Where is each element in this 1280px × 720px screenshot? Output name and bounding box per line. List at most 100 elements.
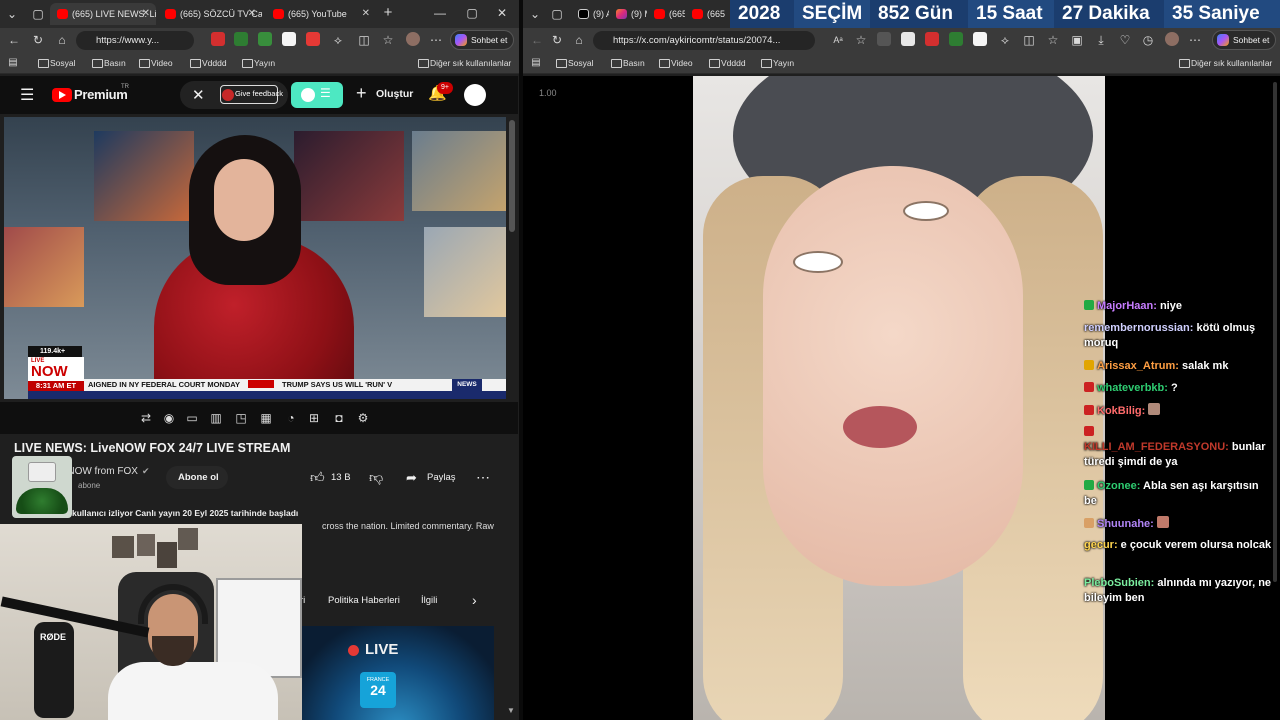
topic-chip[interactable]: İlgili xyxy=(421,595,437,606)
bookmark-folder[interactable]: Sosyal xyxy=(36,56,76,70)
extension-icon[interactable] xyxy=(258,32,272,46)
read-aloud-icon[interactable]: Aᵃ xyxy=(830,32,846,48)
account-avatar[interactable] xyxy=(464,84,486,106)
maximize-icon[interactable]: ▢ xyxy=(464,5,480,21)
like-count[interactable]: 13 B xyxy=(331,472,351,483)
tab-sozcu-tv[interactable]: (665) SÖZCÜ TV Ca ✕ xyxy=(158,3,262,25)
create-button[interactable]: Oluştur xyxy=(376,88,413,100)
search-pill[interactable]: ✕ Give feedback xyxy=(180,81,288,109)
extensions-icon[interactable]: ⟡ xyxy=(997,32,1013,48)
bookmark-folder[interactable]: Video xyxy=(137,56,173,70)
x-video-stage[interactable]: 1.00 xyxy=(523,76,1280,720)
share-arrow-icon[interactable]: ➦ xyxy=(406,470,417,486)
extension-icon[interactable] xyxy=(901,32,915,46)
address-bar[interactable]: https://www.y... xyxy=(76,31,194,50)
bookmark-folder[interactable]: Video xyxy=(657,56,693,70)
back-icon[interactable]: ← xyxy=(6,32,22,48)
favorites-icon[interactable]: ☆ xyxy=(380,32,396,48)
more-menu-icon[interactable]: ⋯ xyxy=(428,32,444,48)
picture-in-picture-icon[interactable]: ◳ xyxy=(234,411,248,425)
tab-youtube-b[interactable]: (665 xyxy=(685,3,725,25)
extension-icon[interactable] xyxy=(925,32,939,46)
minimize-icon[interactable]: — xyxy=(432,5,448,21)
copilot-chat-button[interactable]: Sohbet et xyxy=(450,30,515,50)
dislike-thumb-icon[interactable]: 👎︎ xyxy=(369,469,383,486)
close-icon[interactable]: ✕ xyxy=(192,86,205,104)
hamburger-menu-icon[interactable]: ☰ xyxy=(20,85,34,105)
add-screen-icon[interactable]: ⊞ xyxy=(307,411,321,425)
new-tab-icon[interactable]: + xyxy=(380,5,396,21)
recommended-video-thumbnail[interactable]: LIVE FRANCE 24 xyxy=(302,626,494,720)
extension-icon[interactable] xyxy=(234,32,248,46)
downloads-icon[interactable]: ⤓ xyxy=(1093,32,1109,48)
bookmark-folder[interactable]: Yayın xyxy=(759,56,794,70)
home-icon[interactable]: ⌂ xyxy=(54,32,70,48)
split-screen-icon[interactable]: ◫ xyxy=(1021,32,1037,48)
extension-icon[interactable] xyxy=(306,32,320,46)
bookmark-folder[interactable]: Vdddd xyxy=(707,56,746,70)
close-tab-icon[interactable]: ✕ xyxy=(362,3,370,25)
performance-heart-icon[interactable]: ♡ xyxy=(1117,32,1133,48)
close-tab-icon[interactable]: ✕ xyxy=(142,3,150,25)
bookmark-folder[interactable]: Basın xyxy=(609,56,645,70)
like-thumb-icon[interactable]: 👍︎ xyxy=(310,469,325,486)
bookmark-folder[interactable]: Basın xyxy=(90,56,126,70)
refresh-icon[interactable]: ↻ xyxy=(549,32,565,48)
topic-chip[interactable]: Politika Haberleri xyxy=(328,595,400,606)
close-window-icon[interactable]: ✕ xyxy=(494,5,510,21)
video-player[interactable]: 119.4k+ LIVE NOW 8:31 AM ET AIGNED IN NY… xyxy=(4,117,506,399)
tab-actions-menu-icon[interactable]: ⌄ xyxy=(4,6,20,22)
screenshot-camera-icon[interactable]: ◘ xyxy=(332,411,346,425)
right-page-scrollbar[interactable] xyxy=(1273,82,1277,582)
bookmark-folder[interactable]: Yayın xyxy=(240,56,275,70)
chips-next-chevron-icon[interactable]: › xyxy=(472,592,477,608)
subscribe-button[interactable]: Abone ol xyxy=(166,466,228,489)
close-tab-icon[interactable]: ✕ xyxy=(248,3,256,25)
collections-icon[interactable]: ▣ xyxy=(1069,32,1085,48)
profile-avatar[interactable] xyxy=(1165,32,1179,46)
tab-x-post[interactable]: (9) A xyxy=(571,3,609,25)
copilot-chat-button[interactable]: Sohbet et xyxy=(1212,30,1277,50)
refresh-icon[interactable]: ↻ xyxy=(30,32,46,48)
tab-youtube[interactable]: (665) YouTube ✕ xyxy=(266,3,376,25)
scroll-down-arrow-icon[interactable]: ▼ xyxy=(507,706,515,715)
extension-icon[interactable] xyxy=(877,32,891,46)
history-icon[interactable]: ◷ xyxy=(1140,32,1156,48)
film-strip-icon[interactable]: ▦ xyxy=(259,411,273,425)
workspaces-icon[interactable]: ▢ xyxy=(549,6,565,22)
extensions-icon[interactable]: ⟡ xyxy=(330,32,346,48)
other-bookmarks-folder[interactable]: Diğer sık kullanılanlar xyxy=(1177,56,1272,70)
profile-avatar[interactable] xyxy=(406,32,420,46)
bookmark-folder[interactable]: Sosyal xyxy=(554,56,594,70)
more-menu-icon[interactable]: ⋯ xyxy=(1187,32,1203,48)
tab-instagram[interactable]: (9) M xyxy=(609,3,647,25)
extension-icon[interactable] xyxy=(282,32,296,46)
address-bar[interactable]: https://x.com/aykiricomtr/status/20074..… xyxy=(593,31,815,50)
tab-youtube-a[interactable]: (665 xyxy=(647,3,685,25)
bookmark-manager-icon[interactable]: ▤ xyxy=(5,55,21,71)
toggle-switch[interactable]: ☰ xyxy=(291,82,343,108)
split-screen-icon[interactable]: ◫ xyxy=(356,32,372,48)
left-page-scrollbar[interactable] xyxy=(509,120,515,232)
loop-icon[interactable]: ⇄ xyxy=(139,411,153,425)
share-label[interactable]: Paylaş xyxy=(427,472,456,483)
create-plus-icon[interactable]: + xyxy=(356,83,367,104)
youtube-logo[interactable] xyxy=(52,88,72,102)
other-bookmarks-folder[interactable]: Diğer sık kullanılanlar xyxy=(416,56,511,70)
workspaces-icon[interactable]: ▢ xyxy=(30,6,46,22)
extension-icon[interactable] xyxy=(211,32,225,46)
home-icon[interactable]: ⌂ xyxy=(571,32,587,48)
view-mode-icon[interactable]: ▭ xyxy=(185,411,199,425)
more-actions-icon[interactable]: ⋯ xyxy=(476,469,490,486)
extension-icon[interactable] xyxy=(949,32,963,46)
bookmark-manager-icon[interactable]: ▤ xyxy=(528,55,544,71)
cinema-icon[interactable]: ▥ xyxy=(209,411,223,425)
tab-actions-menu-icon[interactable]: ⌄ xyxy=(527,6,543,22)
extension-icon[interactable] xyxy=(973,32,987,46)
favorite-star-icon[interactable]: ☆ xyxy=(853,32,869,48)
tab-live-news[interactable]: (665) LIVE NEWS: Li ✕ xyxy=(50,3,156,25)
live-broadcast-icon[interactable]: ◉ xyxy=(162,411,176,425)
speed-gauge-icon[interactable]: ◔ xyxy=(284,411,298,425)
favorites-icon[interactable]: ☆ xyxy=(1045,32,1061,48)
settings-gear-icon[interactable]: ⚙ xyxy=(356,411,370,425)
